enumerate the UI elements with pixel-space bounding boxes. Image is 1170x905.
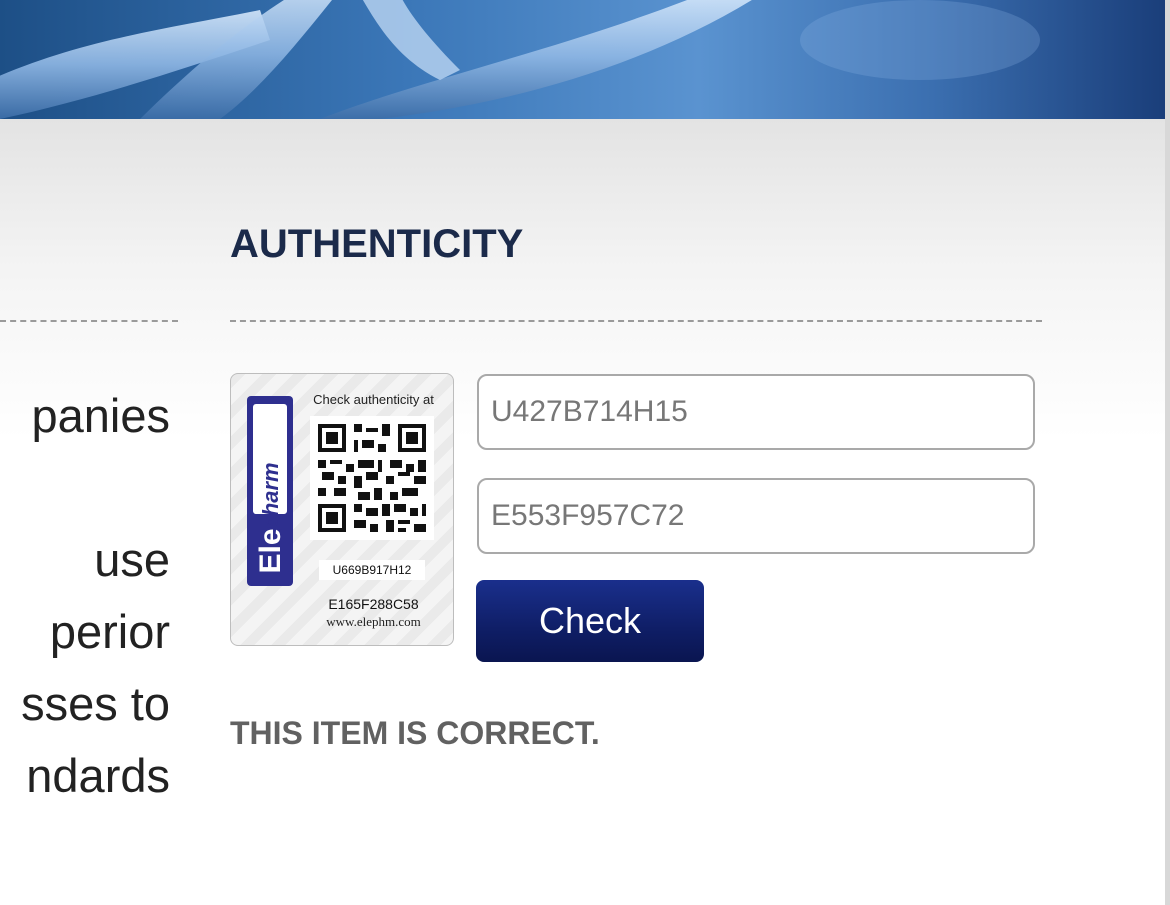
hero-banner: [0, 0, 1165, 119]
left-column-text: panies use perior sses to ndards: [0, 380, 170, 812]
authenticity-title: AUTHENTICITY: [230, 222, 524, 266]
svg-text:pharm: pharm: [258, 462, 283, 530]
label-url: www.elephm.com: [326, 614, 421, 629]
code-1-input[interactable]: [477, 374, 1035, 450]
left-text-line: ndards: [26, 749, 170, 802]
page: panies use perior sses to ndards AUTHENT…: [0, 0, 1170, 905]
hero-image: [0, 0, 1040, 119]
check-button[interactable]: Check: [476, 580, 704, 662]
scrollbar-edge: [1165, 0, 1170, 905]
left-divider: [0, 320, 178, 322]
code-2-input[interactable]: [477, 478, 1035, 554]
left-text-line: use: [94, 533, 170, 586]
left-text-line: perior: [49, 605, 170, 658]
qr-code-icon: [310, 416, 434, 540]
label-check-text: Check authenticity at: [313, 392, 434, 407]
authenticity-label-image: pharm Ele Check authenticity at U669B917…: [230, 373, 454, 646]
result-message: THIS ITEM IS CORRECT.: [230, 715, 600, 751]
label-code-1: U669B917H12: [319, 560, 425, 580]
label-code-2: E165F288C58: [328, 596, 419, 612]
left-text-line: panies: [31, 389, 171, 442]
authenticity-divider: [230, 320, 1042, 322]
svg-text:Ele: Ele: [254, 528, 287, 573]
left-text-line: [0, 452, 170, 524]
left-text-line: sses to: [21, 677, 170, 730]
elepharm-logo: pharm Ele: [247, 396, 293, 586]
